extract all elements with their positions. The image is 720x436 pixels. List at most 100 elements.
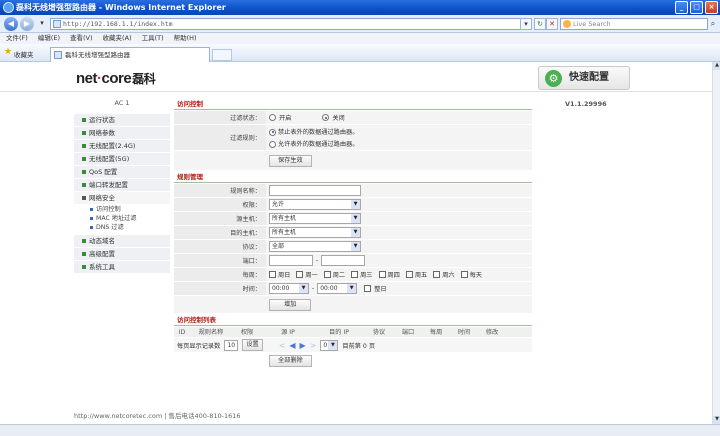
day-mon-checkbox[interactable] xyxy=(296,271,304,278)
day-fri-checkbox[interactable] xyxy=(405,271,413,278)
rule-name-input[interactable] xyxy=(269,185,361,196)
minimize-button[interactable]: _ xyxy=(675,1,688,14)
stop-icon[interactable]: ✕ xyxy=(546,18,558,30)
source-host-label: 源主机： xyxy=(174,212,266,225)
filter-rule-label: 过滤规则： xyxy=(174,125,266,150)
window-title: 磊科无线增强型路由器 - Windows Internet Explorer xyxy=(16,3,226,12)
dest-host-select[interactable]: 所有主机 ▼ xyxy=(269,227,361,238)
sidebar-item-qos[interactable]: QoS 配置 xyxy=(74,166,170,179)
sidebar-item-status[interactable]: 运行状态 xyxy=(74,114,170,127)
next-page-icon[interactable]: ▶ xyxy=(300,341,306,350)
day-every-checkbox[interactable] xyxy=(460,271,468,278)
menu-help[interactable]: 帮助(H) xyxy=(174,33,197,44)
protocol-label: 协议： xyxy=(174,240,266,253)
sidebar-subitem-dns-filter[interactable]: DNS 过滤 xyxy=(74,223,170,232)
first-page-icon[interactable]: < xyxy=(279,341,286,350)
sidebar-item-advanced[interactable]: 高级配置 xyxy=(74,248,170,261)
chevron-down-icon: ▼ xyxy=(328,340,338,350)
url-input[interactable]: http://192.168.1.1/index.htm xyxy=(50,18,530,30)
col-time: 时间 xyxy=(457,329,471,336)
sidebar-item-security[interactable]: 网络安全 xyxy=(74,192,170,205)
allday-checkbox[interactable] xyxy=(364,285,372,292)
prev-page-icon[interactable]: ◀ xyxy=(289,341,295,350)
favorites-label[interactable]: 收藏夹 xyxy=(14,49,34,59)
sidebar-item-network[interactable]: 网络参数 xyxy=(74,127,170,140)
scroll-down-icon[interactable]: ▼ xyxy=(713,416,720,424)
allday-label: 整日 xyxy=(374,286,387,293)
back-button[interactable]: ◀ xyxy=(4,17,18,31)
day-tue-checkbox[interactable] xyxy=(323,271,331,278)
page-header: net·core磊科 ⚙ 快速配置 xyxy=(0,62,712,92)
col-week: 每周 xyxy=(429,329,443,336)
close-button[interactable]: × xyxy=(705,1,718,14)
sidebar-item-port-forward[interactable]: 端口转发配置 xyxy=(74,179,170,192)
delete-all-button[interactable]: 全部删除 xyxy=(269,354,312,367)
live-search-icon xyxy=(563,20,571,28)
page-info: 目前第 0 页 xyxy=(342,342,376,350)
port-start-input[interactable] xyxy=(269,255,313,266)
forward-button[interactable]: ▶ xyxy=(20,17,34,31)
port-separator: - xyxy=(316,257,319,264)
menu-bar: 文件(F) 编辑(E) 查看(V) 收藏夹(A) 工具(T) 帮助(H) xyxy=(0,33,720,44)
save-button[interactable]: 保存生效 xyxy=(269,154,312,167)
url-dropdown-icon[interactable]: ▾ xyxy=(520,18,532,30)
last-page-icon[interactable]: > xyxy=(310,341,317,350)
per-page-input[interactable]: 10 xyxy=(224,339,239,351)
sidebar-item-wireless-24g[interactable]: 无线配置(2.4G) xyxy=(74,140,170,153)
col-port: 端口 xyxy=(401,329,415,336)
rule-deny-label: 禁止表外的数据通过路由器。 xyxy=(277,129,359,136)
day-sun-checkbox[interactable] xyxy=(269,271,276,278)
ie-icon xyxy=(3,2,14,13)
port-label: 端口： xyxy=(174,254,266,267)
day-thu-checkbox[interactable] xyxy=(378,271,386,278)
sidebar: AC 1 运行状态 网络参数 无线配置(2.4G) 无线配置(5G) QoS 配… xyxy=(74,94,170,384)
menu-favorites[interactable]: 收藏夹(A) xyxy=(103,33,132,44)
menu-file[interactable]: 文件(F) xyxy=(6,33,28,44)
filter-on-label: 开启 xyxy=(279,115,292,122)
menu-edit[interactable]: 编辑(E) xyxy=(38,33,60,44)
sidebar-subitem-mac-filter[interactable]: MAC 地址过滤 xyxy=(74,214,170,223)
scroll-up-icon[interactable]: ▲ xyxy=(713,62,720,70)
refresh-icon[interactable]: ↻ xyxy=(534,18,546,30)
search-placeholder: Live Search xyxy=(573,20,611,28)
search-input[interactable]: Live Search xyxy=(560,18,708,30)
filter-off-radio[interactable] xyxy=(322,114,330,121)
sidebar-subitem-access-control[interactable]: 访问控制 xyxy=(74,205,170,214)
search-go-icon[interactable]: ⌕ xyxy=(708,18,718,30)
sidebar-item-system-tools[interactable]: 系统工具 xyxy=(74,261,170,274)
section-title-access: 访问控制 xyxy=(174,100,532,110)
day-sat-checkbox[interactable] xyxy=(433,271,441,278)
time-start-select[interactable]: 00:00 ▼ xyxy=(269,283,309,294)
sidebar-item-wireless-5g[interactable]: 无线配置(5G) xyxy=(74,153,170,166)
rule-deny-radio[interactable] xyxy=(269,128,276,136)
list-pager: 每页显示记录数 10 设置 < ◀ ▶ > 0 ▼ 目前第 0 页 xyxy=(174,338,532,352)
sidebar-item-ddns[interactable]: 动态域名 xyxy=(74,235,170,248)
rule-allow-radio[interactable] xyxy=(269,140,276,148)
rule-allow-label: 允许表外的数据通过路由器。 xyxy=(277,141,359,148)
nav-dropdown-icon[interactable]: ▾ xyxy=(36,18,48,30)
maximize-button[interactable]: □ xyxy=(690,1,703,14)
source-host-select[interactable]: 所有主机 ▼ xyxy=(269,213,361,224)
quick-config-button[interactable]: ⚙ 快速配置 xyxy=(538,66,630,90)
favorites-star-icon[interactable]: ★ xyxy=(4,47,12,57)
menu-view[interactable]: 查看(V) xyxy=(70,33,93,44)
col-id: ID xyxy=(178,329,186,336)
menu-tools[interactable]: 工具(T) xyxy=(142,33,164,44)
per-page-set-button[interactable]: 设置 xyxy=(242,339,263,351)
day-wed-checkbox[interactable] xyxy=(351,271,359,278)
port-end-input[interactable] xyxy=(321,255,366,266)
time-end-select[interactable]: 00:00 ▼ xyxy=(317,283,358,294)
protocol-select[interactable]: 全部 ▼ xyxy=(269,241,361,252)
filter-on-radio[interactable] xyxy=(269,114,276,121)
netcore-logo: net·core磊科 xyxy=(76,70,156,87)
page-scrollbar[interactable]: ▲ ▼ xyxy=(712,62,720,424)
new-tab-button[interactable] xyxy=(212,49,232,61)
col-dest-ip: 目的 IP xyxy=(329,329,349,336)
browser-tab[interactable]: 磊科无线增强型路由器 xyxy=(50,47,210,62)
chevron-down-icon: ▼ xyxy=(351,228,360,237)
permission-select[interactable]: 允许 ▼ xyxy=(269,199,361,210)
quick-config-label: 快速配置 xyxy=(569,72,609,83)
page-select[interactable]: 0 ▼ xyxy=(320,339,339,351)
col-permission: 权限 xyxy=(240,329,254,336)
add-button[interactable]: 增加 xyxy=(269,298,312,311)
